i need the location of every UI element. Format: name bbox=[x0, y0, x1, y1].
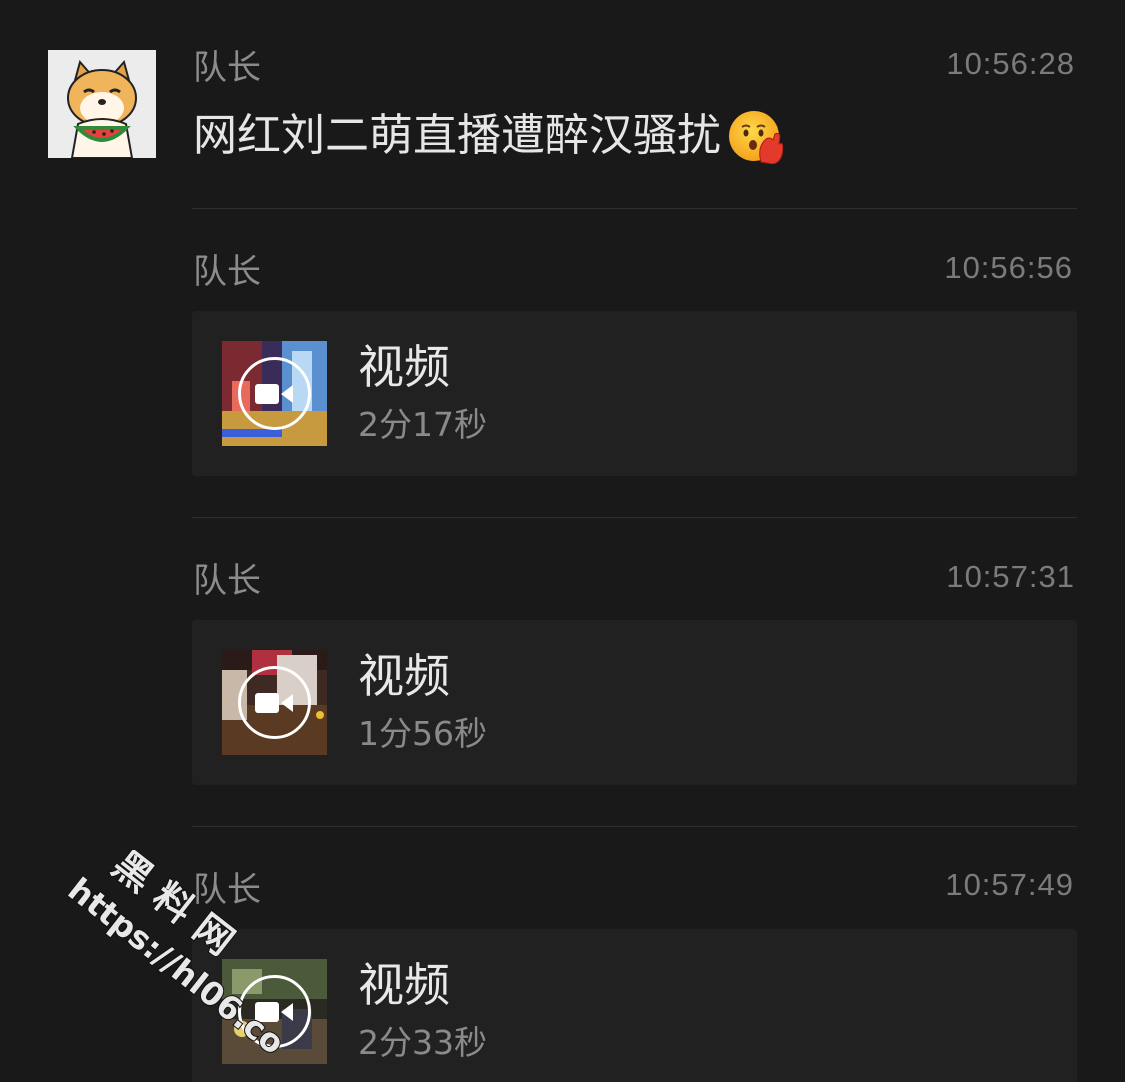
video-title: 视频 bbox=[358, 649, 450, 703]
message-text: 网红刘二萌直播遭醉汉骚扰 bbox=[193, 110, 721, 161]
avatar[interactable] bbox=[48, 50, 156, 158]
video-duration: 1分56秒 bbox=[358, 714, 487, 753]
video-title: 视频 bbox=[358, 958, 450, 1012]
message-time: 10:57:49 bbox=[945, 867, 1074, 902]
face-with-hand-over-mouth-emoji-icon bbox=[729, 111, 783, 164]
video-thumbnail[interactable] bbox=[222, 959, 327, 1064]
video-message-card[interactable]: 视频 2分17秒 bbox=[192, 311, 1077, 476]
video-camera-icon bbox=[255, 1002, 293, 1022]
message-divider bbox=[192, 826, 1077, 827]
chat-history-screen: 队长 10:56:28 网红刘二萌直播遭醉汉骚扰 队长 10:56:56 视频 … bbox=[0, 0, 1125, 1082]
message-divider bbox=[192, 517, 1077, 518]
sender-name: 队长 bbox=[193, 870, 261, 910]
sender-name: 队长 bbox=[193, 252, 261, 292]
video-duration: 2分33秒 bbox=[358, 1023, 487, 1062]
message-text-row[interactable]: 网红刘二萌直播遭醉汉骚扰 bbox=[193, 108, 783, 164]
shiba-dog-avatar-icon bbox=[48, 50, 156, 158]
video-message-card[interactable]: 视频 1分56秒 bbox=[192, 620, 1077, 785]
video-title: 视频 bbox=[358, 340, 450, 394]
message-time: 10:57:31 bbox=[946, 559, 1075, 594]
video-thumbnail[interactable] bbox=[222, 650, 327, 755]
video-camera-icon bbox=[255, 693, 293, 713]
message-time: 10:56:56 bbox=[944, 250, 1073, 285]
video-camera-icon bbox=[255, 384, 293, 404]
video-thumbnail[interactable] bbox=[222, 341, 327, 446]
sender-name: 队长 bbox=[193, 48, 261, 88]
video-duration: 2分17秒 bbox=[358, 405, 487, 444]
message-divider bbox=[192, 208, 1077, 209]
video-message-card[interactable]: 视频 2分33秒 bbox=[192, 929, 1077, 1082]
sender-name: 队长 bbox=[193, 561, 261, 601]
message-time: 10:56:28 bbox=[946, 46, 1075, 81]
